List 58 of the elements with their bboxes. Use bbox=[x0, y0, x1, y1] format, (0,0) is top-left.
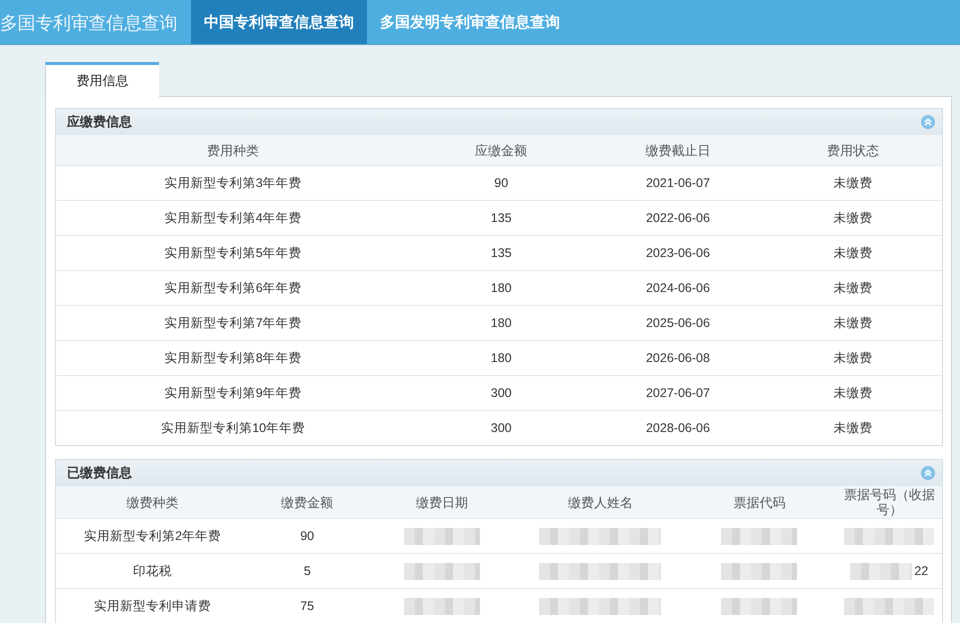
table-cell: 实用新型专利第4年年费 bbox=[56, 200, 410, 236]
table-cell: 未缴费 bbox=[764, 166, 942, 200]
table-cell: 2028-06-06 bbox=[592, 410, 764, 445]
panel-tab[interactable]: 费用信息 bbox=[45, 62, 159, 97]
table-cell: 未缴费 bbox=[764, 306, 942, 340]
table-cell: 75 bbox=[249, 588, 366, 623]
table-cell: 未缴费 bbox=[764, 410, 942, 445]
table-cell: 实用新型专利第7年年费 bbox=[56, 306, 410, 340]
table-cell: 印花税 bbox=[56, 554, 250, 588]
column-header: 缴费日期 bbox=[365, 486, 518, 518]
nav-tab[interactable]: 中国专利审查信息查询 bbox=[191, 0, 368, 44]
table-cell: 5 bbox=[249, 554, 366, 588]
column-header: 费用状态 bbox=[764, 135, 942, 166]
table-cell: 2026-06-08 bbox=[592, 340, 764, 376]
table-cell: 300 bbox=[410, 410, 592, 445]
table-cell: 未缴费 bbox=[764, 200, 942, 236]
column-header: 缴费金额 bbox=[249, 486, 366, 518]
table-cell: 2021-06-07 bbox=[592, 166, 764, 200]
table-cell: 2027-06-07 bbox=[592, 376, 764, 410]
column-header: 费用种类 bbox=[56, 135, 410, 166]
table-cell: 2022-06-06 bbox=[592, 200, 764, 236]
table-cell: 180 bbox=[410, 340, 592, 376]
table-cell: 实用新型专利第8年年费 bbox=[56, 340, 410, 376]
column-header: 票据号码（收据号） bbox=[836, 486, 942, 518]
table-cell: 135 bbox=[410, 236, 592, 270]
site-title: 多国专利审查信息查询 bbox=[0, 12, 178, 34]
table-cell: 未缴费 bbox=[764, 376, 942, 410]
table-cell: 实用新型专利第6年年费 bbox=[56, 270, 410, 306]
partial-cell-text: 22 bbox=[914, 564, 928, 578]
column-header: 缴费人姓名 bbox=[518, 486, 682, 518]
column-header: 票据代码 bbox=[682, 486, 837, 518]
table-cell: 实用新型专利第3年年费 bbox=[56, 166, 410, 200]
table-cell: 实用新型专利申请费 bbox=[56, 588, 250, 623]
table-cell: 实用新型专利第5年年费 bbox=[56, 236, 410, 270]
table-cell: 135 bbox=[410, 200, 592, 236]
section-title: 已缴费信息 bbox=[67, 464, 132, 482]
table-cell: 180 bbox=[410, 306, 592, 340]
table-cell: 实用新型专利第2年年费 bbox=[56, 518, 250, 554]
table-cell: 2025-06-06 bbox=[592, 306, 764, 340]
table-cell: 实用新型专利第10年年费 bbox=[56, 410, 410, 445]
nav-tab[interactable]: 多国发明专利审查信息查询 bbox=[367, 0, 574, 44]
collapse-icon[interactable] bbox=[921, 466, 935, 480]
column-header: 缴费种类 bbox=[56, 486, 250, 518]
collapse-icon[interactable] bbox=[921, 115, 935, 129]
table-cell: 未缴费 bbox=[764, 340, 942, 376]
section-title: 应缴费信息 bbox=[67, 113, 132, 131]
redacted-block bbox=[850, 562, 912, 580]
table-cell: 实用新型专利第9年年费 bbox=[56, 376, 410, 410]
table-cell: 2024-06-06 bbox=[592, 270, 764, 306]
column-header: 缴费截止日 bbox=[592, 135, 764, 166]
column-header: 应缴金额 bbox=[410, 135, 592, 166]
table-cell: 300 bbox=[410, 376, 592, 410]
table-cell: 未缴费 bbox=[764, 270, 942, 306]
table-cell: 未缴费 bbox=[764, 236, 942, 270]
table-cell: 2023-06-06 bbox=[592, 236, 764, 270]
table-cell: 90 bbox=[249, 518, 366, 554]
table-cell: 90 bbox=[410, 166, 592, 200]
table-cell: 180 bbox=[410, 270, 592, 306]
